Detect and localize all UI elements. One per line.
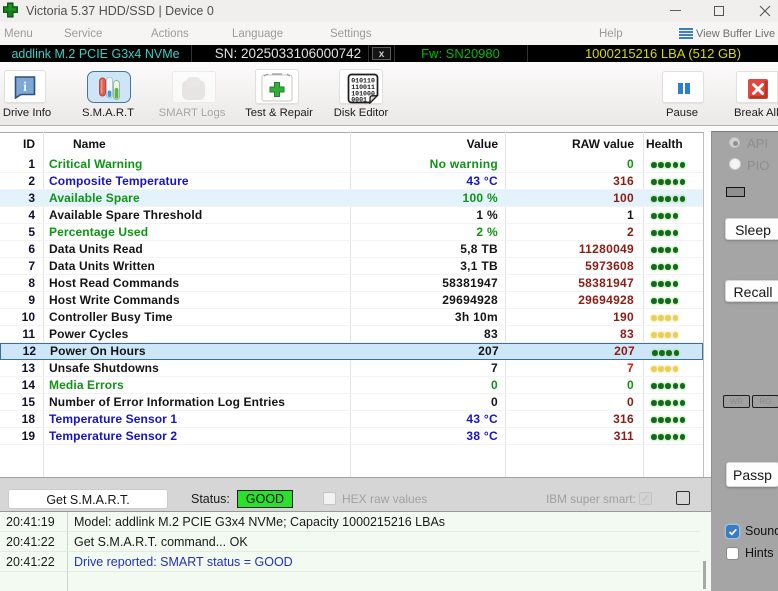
svg-text:i: i — [23, 79, 27, 94]
svg-text:0001: 0001 — [351, 97, 367, 104]
